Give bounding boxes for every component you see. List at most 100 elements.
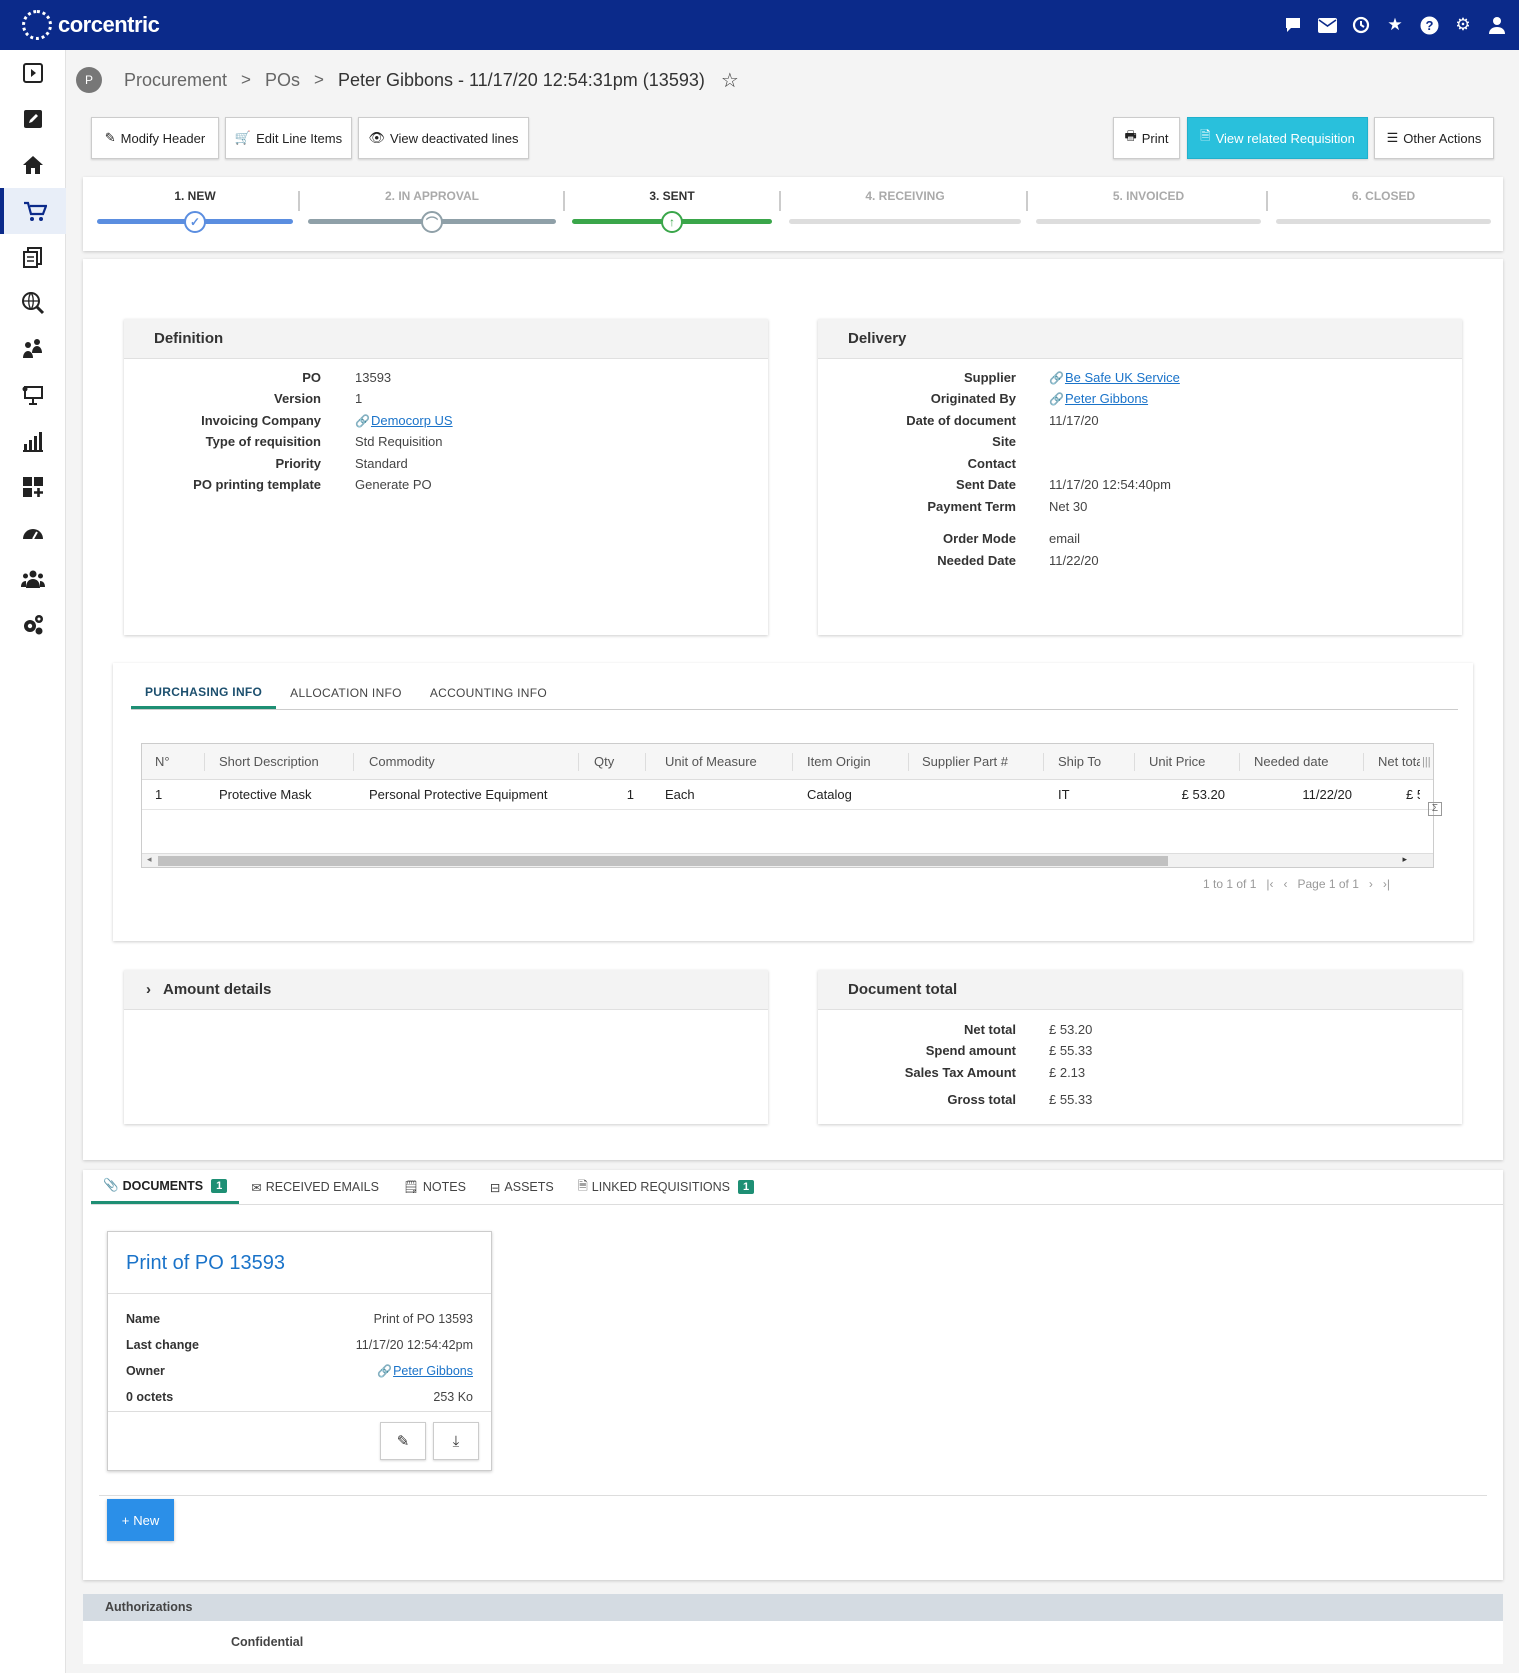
column-header[interactable]: Net total [1378, 744, 1420, 780]
view-deactivated-lines-button[interactable]: 👁 View deactivated lines [358, 117, 529, 159]
columns-icon[interactable]: ||| [1422, 744, 1434, 780]
help-icon[interactable]: ? [1419, 15, 1439, 35]
attachment-tabs: 📎 DOCUMENTS 1 ✉ RECEIVED EMAILS 🗒 NOTES … [91, 1170, 1503, 1205]
divider [99, 1495, 1487, 1496]
gauge-icon[interactable] [0, 510, 66, 556]
view-deactivated-label: View deactivated lines [390, 130, 519, 146]
column-separator[interactable] [204, 753, 205, 771]
breadcrumb-pos[interactable]: POs [265, 70, 300, 91]
view-related-requisition-button[interactable]: 🗎 View related Requisition [1187, 117, 1368, 159]
originator-text[interactable]: Peter Gibbons [1065, 391, 1148, 406]
settings-icon[interactable] [0, 602, 66, 648]
users-icon[interactable] [0, 556, 66, 602]
first-page-icon[interactable]: |‹ [1266, 877, 1273, 891]
chevron-right-icon[interactable]: › [146, 981, 151, 998]
cart-icon[interactable] [0, 188, 66, 234]
column-header[interactable]: N° [155, 744, 195, 780]
edit-icon[interactable] [0, 96, 66, 142]
gear-icon[interactable]: ⚙ [1453, 15, 1473, 35]
row-needed-date: 11/22/20 [1302, 787, 1352, 802]
tab-linked-reqs-label: LINKED REQUISITIONS [591, 1180, 731, 1194]
scroll-right-icon[interactable]: ▸ [1402, 854, 1407, 865]
table-row[interactable]: 1 Protective Mask Personal Protective Eq… [142, 780, 1433, 810]
print-button[interactable]: 🖶 Print [1113, 117, 1180, 159]
supplier-text[interactable]: Be Safe UK Service [1065, 370, 1180, 385]
column-header[interactable]: Item Origin [807, 744, 907, 780]
originator-link[interactable]: 🔗Peter Gibbons [1049, 391, 1148, 406]
grid-pager: 1 to 1 of 1 |‹ ‹ Page 1 of 1 › ›| [1203, 877, 1390, 891]
sum-icon[interactable]: Σ [1428, 802, 1442, 816]
column-header[interactable]: Qty [594, 744, 644, 780]
next-page-icon[interactable]: › [1369, 877, 1373, 891]
team-icon[interactable] [0, 326, 66, 372]
column-separator[interactable] [1134, 753, 1135, 771]
breadcrumb-procurement[interactable]: Procurement [124, 70, 227, 91]
logo[interactable]: corcentric [22, 10, 160, 40]
modify-header-button[interactable]: ✎ Modify Header [91, 117, 219, 159]
home-icon[interactable] [0, 142, 66, 188]
column-header[interactable]: Ship To [1058, 744, 1138, 780]
column-separator[interactable] [353, 753, 354, 771]
column-header[interactable]: Commodity [369, 744, 569, 780]
scroll-thumb[interactable] [158, 856, 1168, 866]
column-header[interactable]: Unit of Measure [665, 744, 785, 780]
download-button[interactable]: ⤓ [433, 1422, 479, 1460]
column-separator[interactable] [1043, 753, 1044, 771]
user-icon[interactable] [1487, 15, 1507, 35]
global-search-icon[interactable] [0, 280, 66, 326]
tab-documents[interactable]: 📎 DOCUMENTS 1 [91, 1170, 240, 1204]
star-icon[interactable]: ★ [1385, 15, 1405, 35]
tab-linked-requisitions[interactable]: 🗎 LINKED REQUISITIONS 1 [566, 1170, 766, 1204]
scroll-left-icon[interactable]: ◂ [147, 854, 152, 865]
play-icon[interactable] [0, 50, 66, 96]
field-label: Type of requisition [205, 434, 321, 449]
document-card-title[interactable]: Print of PO 13593 [126, 1252, 285, 1275]
modify-header-label: Modify Header [120, 130, 206, 146]
column-separator[interactable] [908, 753, 909, 771]
tab-allocation-info[interactable]: ALLOCATION INFO [276, 677, 416, 709]
tab-assets[interactable]: ⊟ ASSETS [478, 1170, 566, 1204]
bar-chart-icon[interactable] [0, 418, 66, 464]
document-total-title: Document total [818, 970, 1462, 1010]
favorite-star-icon[interactable]: ☆ [721, 68, 739, 93]
chat-icon[interactable] [1283, 15, 1303, 35]
horizontal-scrollbar[interactable]: ◂ ▸ [142, 853, 1433, 867]
step-divider [298, 191, 300, 211]
other-actions-button[interactable]: ☰ Other Actions [1374, 117, 1494, 159]
history-icon[interactable] [1351, 15, 1371, 35]
supplier-link[interactable]: 🔗Be Safe UK Service [1049, 370, 1180, 385]
edit-line-items-button[interactable]: 🛒 Edit Line Items [225, 117, 352, 159]
amount-details-header[interactable]: › Amount details [124, 970, 768, 1010]
last-page-icon[interactable]: ›| [1383, 877, 1390, 891]
presentation-icon[interactable] [0, 372, 66, 418]
new-document-button[interactable]: + New [107, 1499, 174, 1541]
column-header[interactable]: Short Description [219, 744, 349, 780]
document-date-value: 11/17/20 [1049, 413, 1099, 428]
documents-icon[interactable] [0, 234, 66, 280]
dashboard-add-icon[interactable] [0, 464, 66, 510]
column-header[interactable]: Unit Price [1149, 744, 1229, 780]
tab-accounting-info[interactable]: ACCOUNTING INFO [416, 677, 561, 709]
tab-notes[interactable]: 🗒 NOTES [391, 1170, 478, 1204]
step-label: 4. RECEIVING [865, 189, 945, 203]
column-header[interactable]: Supplier Part # [922, 744, 1032, 780]
prev-page-icon[interactable]: ‹ [1284, 877, 1288, 891]
column-separator[interactable] [1239, 753, 1240, 771]
tab-received-emails[interactable]: ✉ RECEIVED EMAILS [239, 1170, 391, 1204]
invoicing-company-text[interactable]: Democorp US [371, 413, 453, 428]
column-separator[interactable] [1363, 753, 1364, 771]
invoicing-company-link[interactable]: 🔗Democorp US [355, 413, 453, 428]
edit-document-button[interactable]: ✎ [380, 1422, 426, 1460]
documents-count-badge: 1 [211, 1178, 228, 1193]
tab-purchasing-info[interactable]: PURCHASING INFO [131, 677, 277, 709]
column-header[interactable]: Needed date [1254, 744, 1354, 780]
owner-link[interactable]: 🔗Peter Gibbons [377, 1364, 473, 1378]
owner-text[interactable]: Peter Gibbons [393, 1364, 473, 1378]
mail-icon[interactable] [1317, 15, 1337, 35]
sidebar [0, 50, 66, 1673]
column-separator[interactable] [578, 753, 579, 771]
column-separator[interactable] [792, 753, 793, 771]
column-separator[interactable] [645, 753, 646, 771]
download-icon: ⤓ [452, 1432, 460, 1450]
new-button-label: New [133, 1512, 160, 1528]
